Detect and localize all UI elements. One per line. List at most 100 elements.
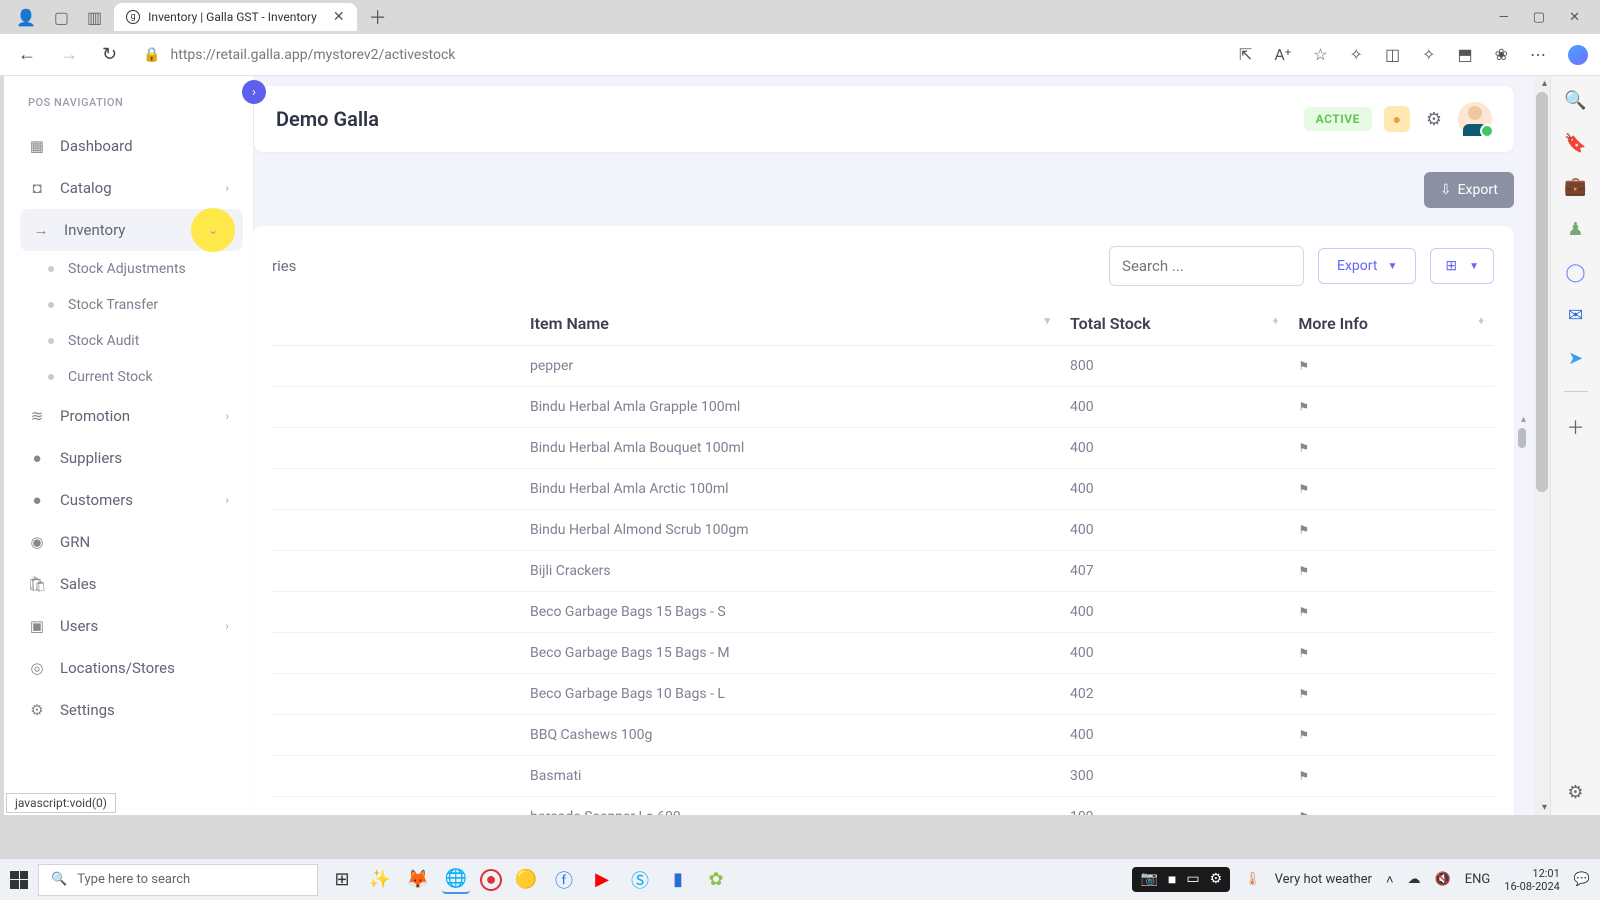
store-icon[interactable]: ▮	[664, 866, 692, 894]
cell-more-info[interactable]: ⚑	[1288, 469, 1494, 510]
sidebar-item-settings[interactable]: ⚙ Settings	[4, 689, 253, 731]
cell-more-info[interactable]: ⚑	[1288, 633, 1494, 674]
sidebar-item-promotion[interactable]: ≋ Promotion ›	[4, 395, 253, 437]
cell-more-info[interactable]: ⚑	[1288, 551, 1494, 592]
weather-text[interactable]: Very hot weather	[1275, 872, 1372, 887]
sidebar-item-suppliers[interactable]: ● Suppliers	[4, 437, 253, 479]
sidebar-sub-stock-adjustments[interactable]: Stock Adjustments	[4, 251, 253, 287]
tray-chevron-icon[interactable]: ˄	[1386, 872, 1394, 888]
cell-more-info[interactable]: ⚑	[1288, 674, 1494, 715]
avatar[interactable]	[1458, 102, 1492, 136]
scroll-up-icon[interactable]: ▴	[1542, 78, 1547, 89]
skype-icon[interactable]: Ⓢ	[626, 866, 654, 894]
export-dropdown-button[interactable]: Export ▼	[1318, 248, 1416, 284]
copilot-app-icon[interactable]: ✨	[366, 866, 394, 894]
sidebar-item-customers[interactable]: ● Customers ›	[4, 479, 253, 521]
cell-more-info[interactable]: ⚑	[1288, 797, 1494, 816]
sidebar-item-users[interactable]: ▣ Users ›	[4, 605, 253, 647]
panel-settings-icon[interactable]: ⚙	[1567, 782, 1583, 803]
workspaces-icon[interactable]: ▢	[54, 8, 69, 27]
table-row[interactable]: Bindu Herbal Amla Bouquet 100ml400⚑	[272, 428, 1494, 469]
cell-more-info[interactable]: ⚑	[1288, 346, 1494, 387]
sidebar-item-grn[interactable]: ◉ GRN	[4, 521, 253, 563]
window-minimize-icon[interactable]: —	[1499, 10, 1509, 25]
browser-tab[interactable]: g Inventory | Galla GST - Inventory ✕	[114, 3, 356, 31]
chess-icon[interactable]: ♟	[1567, 219, 1583, 240]
record-icon[interactable]: ●	[480, 869, 502, 891]
columns-button[interactable]: ⊞ ▼	[1430, 248, 1494, 284]
cell-more-info[interactable]: ⚑	[1288, 387, 1494, 428]
table-row[interactable]: Basmati300⚑	[272, 756, 1494, 797]
cell-more-info[interactable]: ⚑	[1288, 715, 1494, 756]
table-row[interactable]: Beco Garbage Bags 15 Bags - M400⚑	[272, 633, 1494, 674]
taskbar-search[interactable]: 🔍 Type here to search	[38, 864, 318, 896]
outlook-icon[interactable]: ✉	[1568, 305, 1583, 326]
tag-icon[interactable]: 🔖	[1564, 133, 1586, 154]
search-icon[interactable]: 🔍	[1564, 90, 1586, 111]
sidebar-sub-stock-transfer[interactable]: Stock Transfer	[4, 287, 253, 323]
page-scrollbar[interactable]: ▴ ▾	[1534, 76, 1550, 815]
collections-icon[interactable]: ✧	[1422, 45, 1435, 64]
cell-more-info[interactable]: ⚑	[1288, 756, 1494, 797]
more-menu-icon[interactable]: ⋯	[1530, 45, 1546, 64]
office-icon[interactable]: ◯	[1565, 262, 1585, 283]
sidebar-toggle-button[interactable]: ›	[242, 80, 266, 104]
volume-icon[interactable]: 🔇	[1435, 872, 1451, 887]
youtube-icon[interactable]: ▶	[588, 866, 616, 894]
window-maximize-icon[interactable]: ▢	[1533, 10, 1545, 25]
sidebar-item-inventory[interactable]: → Inventory ⌄	[20, 209, 243, 251]
gear-icon[interactable]: ⚙	[1426, 109, 1442, 130]
table-row[interactable]: Bindu Herbal Almond Scrub 100gm400⚑	[272, 510, 1494, 551]
table-row[interactable]: Bijli Crackers407⚑	[272, 551, 1494, 592]
sidebar-sub-current-stock[interactable]: Current Stock	[4, 359, 253, 395]
facebook-icon[interactable]: ⓕ	[550, 866, 578, 894]
table-row[interactable]: Bindu Herbal Amla Grapple 100ml400⚑	[272, 387, 1494, 428]
back-button[interactable]: ←	[12, 40, 42, 69]
col-more-info[interactable]: More Info♦	[1288, 302, 1494, 346]
task-view-icon[interactable]: ⊞	[328, 866, 356, 894]
sidebar-item-sales[interactable]: 🛍 Sales	[4, 563, 253, 605]
language-indicator[interactable]: ENG	[1465, 872, 1491, 887]
onedrive-icon[interactable]: ☁	[1408, 872, 1421, 887]
close-tab-icon[interactable]: ✕	[333, 9, 345, 25]
briefcase-icon[interactable]: 💼	[1564, 176, 1586, 197]
game-bar-widget[interactable]: 📷 ■ ▭ ⚙	[1132, 867, 1230, 892]
tray-clock[interactable]: 12:01 16-08-2024	[1504, 867, 1560, 893]
text-size-icon[interactable]: A⁺	[1274, 45, 1291, 64]
table-row[interactable]: pepper800⚑	[272, 346, 1494, 387]
weather-icon[interactable]: 🌡	[1244, 872, 1261, 887]
new-tab-button[interactable]: ＋	[369, 4, 387, 30]
favorite-icon[interactable]: ☆	[1313, 45, 1327, 64]
search-input[interactable]	[1109, 246, 1304, 286]
window-close-icon[interactable]: ✕	[1569, 10, 1580, 25]
edge-icon[interactable]: 🌐	[442, 866, 470, 894]
address-bar[interactable]: 🔒 https://retail.galla.app/mystorev2/act…	[135, 43, 463, 67]
cell-more-info[interactable]: ⚑	[1288, 592, 1494, 633]
table-row[interactable]: Beco Garbage Bags 10 Bags - L402⚑	[272, 674, 1494, 715]
split-screen-icon[interactable]: ◫	[1385, 45, 1400, 64]
table-scrollbar-thumb[interactable]	[1518, 428, 1526, 448]
scroll-down-icon[interactable]: ▾	[1542, 802, 1547, 813]
notifications-icon[interactable]: 💬	[1574, 872, 1590, 887]
tabs-icon[interactable]: ▥	[87, 8, 102, 27]
sidebar-sub-stock-audit[interactable]: Stock Audit	[4, 323, 253, 359]
table-row[interactable]: Beco Garbage Bags 15 Bags - S400⚑	[272, 592, 1494, 633]
table-scroll-up-icon[interactable]: ▴	[1521, 414, 1526, 425]
profile-icon[interactable]: 👤	[16, 8, 36, 27]
sidebar-item-locations[interactable]: ◎ Locations/Stores	[4, 647, 253, 689]
credits-icon[interactable]: ●	[1384, 106, 1410, 132]
table-row[interactable]: BBQ Cashews 100g400⚑	[272, 715, 1494, 756]
copilot-icon[interactable]	[1568, 45, 1588, 65]
sidebar-item-dashboard[interactable]: ▦ Dashboard	[4, 125, 253, 167]
extensions-icon[interactable]: ✧	[1350, 45, 1363, 64]
start-button[interactable]	[10, 871, 28, 889]
scrollbar-thumb[interactable]	[1536, 92, 1548, 492]
downloads-icon[interactable]: ⬒	[1457, 45, 1472, 64]
firefox-icon[interactable]: 🦊	[404, 866, 432, 894]
sidebar-item-catalog[interactable]: ◘ Catalog ›	[4, 167, 253, 209]
col-total-stock[interactable]: Total Stock♦	[1060, 302, 1288, 346]
refresh-button[interactable]: ↻	[96, 40, 123, 69]
table-row[interactable]: barcode Scanner Ls-600109⚑	[272, 797, 1494, 816]
app-icon-green[interactable]: ✿	[702, 866, 730, 894]
shopping-icon[interactable]: ❀	[1495, 45, 1508, 64]
